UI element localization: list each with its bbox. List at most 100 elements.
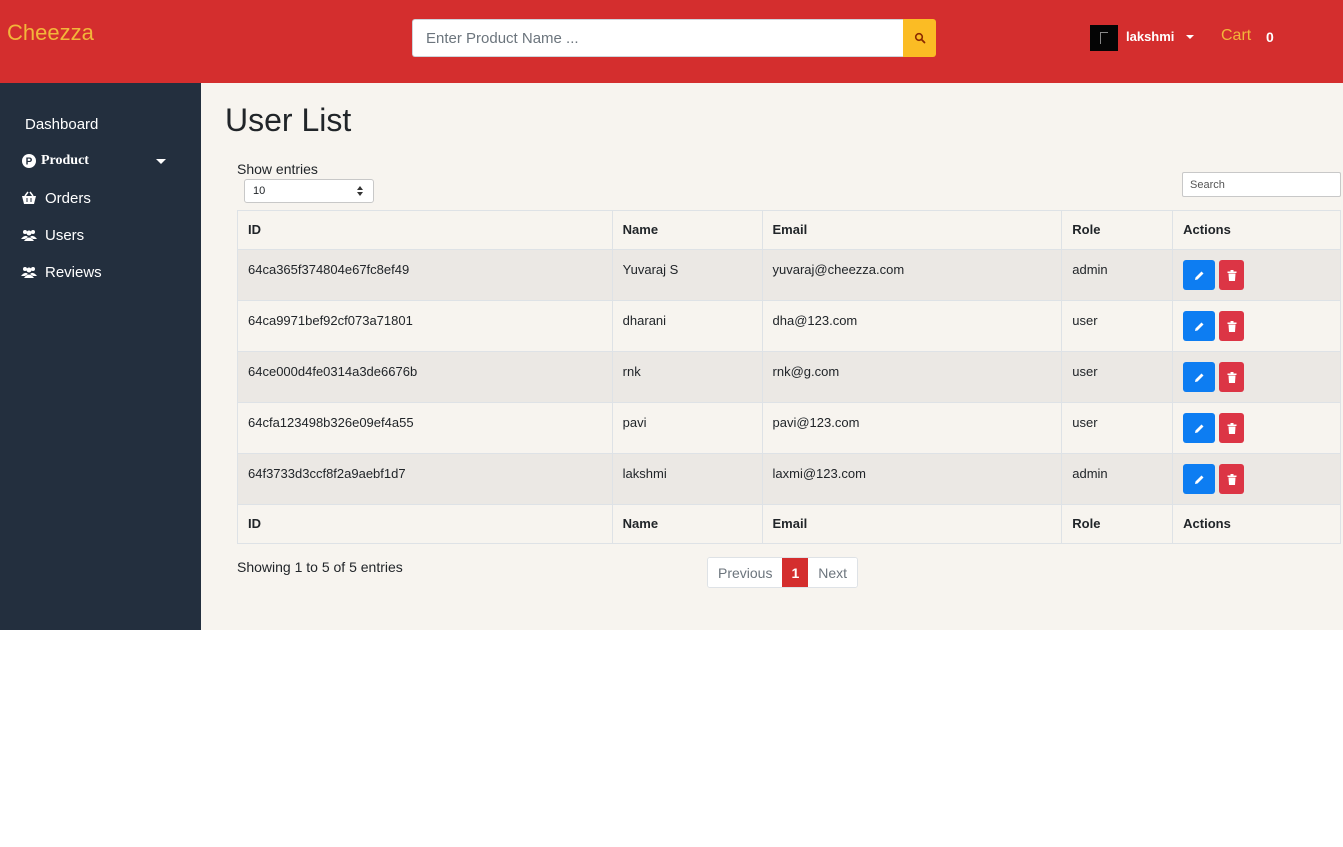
- cell-email: dha@123.com: [761, 300, 1063, 352]
- cell-email: rnk@g.com: [761, 351, 1063, 403]
- pagination: Previous 1 Next: [707, 557, 859, 588]
- delete-user-button[interactable]: [1219, 362, 1245, 392]
- show-entries-label: Show entries: [237, 161, 318, 177]
- table-header-row: ID Name Email Role Actions: [237, 210, 1341, 250]
- search-icon: [914, 32, 925, 44]
- search-button[interactable]: [903, 19, 936, 57]
- column-header-name[interactable]: Name: [611, 210, 763, 250]
- cell-id: 64ce000d4fe0314a3de6676b: [237, 351, 613, 403]
- select-arrows-icon: [357, 186, 363, 196]
- cell-role: user: [1061, 300, 1174, 352]
- pencil-icon: [1194, 424, 1204, 433]
- table-row: 64f3733d3ccf8f2a9aebf1d7 lakshmi laxmi@1…: [237, 453, 1341, 505]
- column-footer-email: Email: [761, 504, 1063, 544]
- cart-count-badge: 0: [1266, 29, 1274, 45]
- column-footer-role: Role: [1061, 504, 1174, 544]
- cell-id: 64ca9971bef92cf073a71801: [237, 300, 613, 352]
- column-footer-actions: Actions: [1172, 504, 1341, 544]
- table-footer-row: ID Name Email Role Actions: [237, 504, 1341, 544]
- table-row: 64ca365f374804e67fc8ef49 Yuvaraj S yuvar…: [237, 249, 1341, 301]
- entries-length-select[interactable]: 10: [244, 179, 374, 203]
- sidebar-item-product[interactable]: P Product: [0, 146, 201, 176]
- sidebar-item-label: Orders: [45, 189, 91, 207]
- cell-name: pavi: [611, 402, 763, 454]
- sidebar: Dashboard P Product Orders Users Reviews: [0, 83, 201, 630]
- trash-icon: [1227, 269, 1237, 281]
- cell-role: user: [1061, 402, 1174, 454]
- sidebar-item-dashboard[interactable]: Dashboard: [0, 109, 201, 139]
- next-page-button[interactable]: Next: [808, 558, 858, 587]
- pencil-icon: [1194, 373, 1204, 382]
- cell-name: Yuvaraj S: [611, 249, 763, 301]
- column-header-role[interactable]: Role: [1061, 210, 1174, 250]
- product-search: [412, 19, 936, 57]
- product-search-input[interactable]: [412, 19, 903, 57]
- table-info: Showing 1 to 5 of 5 entries: [237, 559, 403, 575]
- svg-text:P: P: [26, 157, 33, 168]
- edit-user-button[interactable]: [1183, 413, 1216, 443]
- cell-email: yuvaraj@cheezza.com: [761, 249, 1063, 301]
- users-icon: [21, 264, 37, 280]
- sidebar-item-orders[interactable]: Orders: [0, 183, 201, 213]
- chevron-down-icon[interactable]: [1186, 35, 1194, 39]
- delete-user-button[interactable]: [1219, 311, 1245, 341]
- cell-name: lakshmi: [611, 453, 763, 505]
- cell-id: 64f3733d3ccf8f2a9aebf1d7: [237, 453, 613, 505]
- chevron-down-icon: [156, 159, 166, 164]
- sidebar-item-label: Reviews: [45, 263, 102, 281]
- users-icon: [21, 227, 37, 243]
- edit-user-button[interactable]: [1183, 464, 1216, 494]
- sidebar-item-label: Users: [45, 226, 85, 244]
- edit-user-button[interactable]: [1183, 362, 1216, 392]
- cell-id: 64ca365f374804e67fc8ef49: [237, 249, 613, 301]
- basket-icon: [21, 190, 37, 206]
- edit-user-button[interactable]: [1183, 311, 1216, 341]
- sidebar-item-users[interactable]: Users: [0, 220, 201, 250]
- user-menu-name[interactable]: lakshmi: [1126, 29, 1174, 44]
- column-header-email[interactable]: Email: [761, 210, 1063, 250]
- column-header-id[interactable]: ID: [237, 210, 613, 250]
- cell-role: admin: [1061, 453, 1174, 505]
- sidebar-item-label: Dashboard: [25, 115, 99, 133]
- main-content: User List Show entries 10 ID Name Email …: [201, 83, 1343, 630]
- previous-page-button[interactable]: Previous: [708, 558, 783, 587]
- cell-actions: [1172, 300, 1341, 352]
- avatar-image: [1100, 32, 1108, 44]
- page-1-button[interactable]: 1: [782, 558, 809, 587]
- trash-icon: [1227, 320, 1237, 332]
- delete-user-button[interactable]: [1219, 260, 1245, 290]
- edit-user-button[interactable]: [1183, 260, 1216, 290]
- table-row: 64ca9971bef92cf073a71801 dharani dha@123…: [237, 300, 1341, 352]
- brand-logo[interactable]: Cheezza: [7, 20, 94, 46]
- trash-icon: [1227, 473, 1237, 485]
- sidebar-item-reviews[interactable]: Reviews: [0, 257, 201, 287]
- trash-icon: [1227, 422, 1237, 434]
- cart-link[interactable]: Cart: [1221, 27, 1251, 45]
- entries-length-value: 10: [253, 185, 266, 197]
- delete-user-button[interactable]: [1219, 413, 1245, 443]
- table-row: 64ce000d4fe0314a3de6676b rnk rnk@g.com u…: [237, 351, 1341, 403]
- cell-email: pavi@123.com: [761, 402, 1063, 454]
- cell-role: admin: [1061, 249, 1174, 301]
- top-navbar: Cheezza lakshmi Cart 0: [0, 0, 1343, 83]
- product-p-icon: P: [21, 153, 37, 169]
- avatar[interactable]: [1090, 25, 1118, 51]
- column-header-actions: Actions: [1172, 210, 1341, 250]
- table-row: 64cfa123498b326e09ef4a55 pavi pavi@123.c…: [237, 402, 1341, 454]
- pencil-icon: [1194, 322, 1204, 331]
- cell-actions: [1172, 402, 1341, 454]
- cell-role: user: [1061, 351, 1174, 403]
- cell-id: 64cfa123498b326e09ef4a55: [237, 402, 613, 454]
- cell-actions: [1172, 351, 1341, 403]
- cell-name: dharani: [611, 300, 763, 352]
- cell-email: laxmi@123.com: [761, 453, 1063, 505]
- trash-icon: [1227, 371, 1237, 383]
- delete-user-button[interactable]: [1219, 464, 1245, 494]
- table-search-input[interactable]: [1182, 172, 1341, 197]
- cell-name: rnk: [611, 351, 763, 403]
- users-table: ID Name Email Role Actions 64ca365f37480…: [237, 210, 1341, 544]
- page-title: User List: [225, 102, 352, 138]
- pencil-icon: [1194, 271, 1204, 280]
- sidebar-item-label: Product: [41, 153, 89, 168]
- pencil-icon: [1194, 475, 1204, 484]
